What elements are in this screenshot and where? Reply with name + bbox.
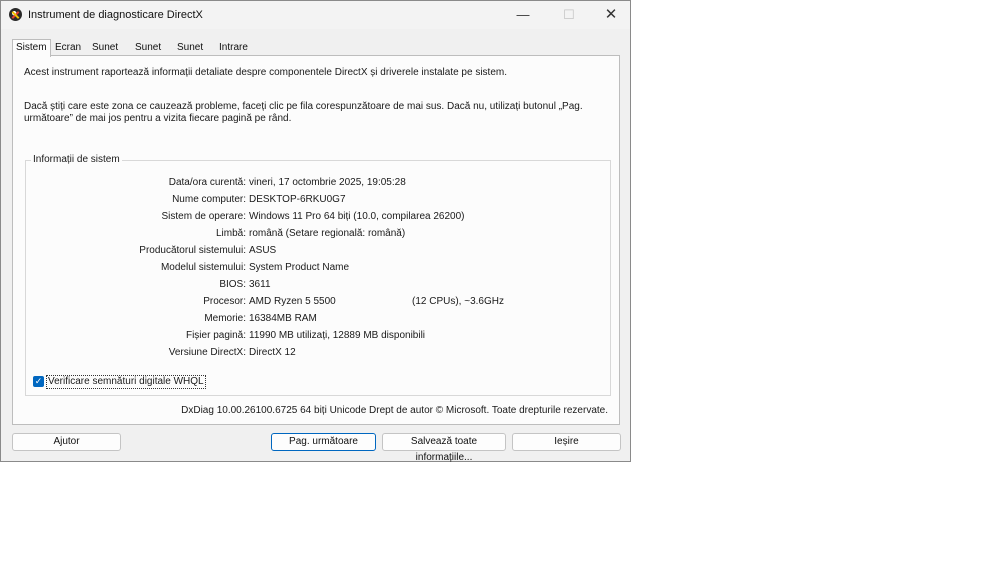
info-row: BIOS: 3611: [26, 279, 612, 293]
info-value: română (Setare regională: română): [249, 228, 406, 239]
tab-sunet-2[interactable]: Sunet 2: [132, 41, 164, 67]
info-value-extra: (12 CPUs), ~3.6GHz: [412, 296, 504, 307]
save-all-info-button[interactable]: Salvează toate informațiile...: [382, 433, 506, 463]
info-label: Nume computer:: [172, 194, 246, 205]
info-label: Data/ora curentă:: [168, 177, 246, 188]
info-row: Limbă: română (Setare regională: română): [26, 228, 612, 242]
info-label: Modelul sistemului:: [160, 262, 246, 273]
info-row: Data/ora curentă: vineri, 17 octombrie 2…: [26, 177, 612, 191]
info-row: Fișier pagină: 11990 MB utilizați, 12889…: [26, 330, 612, 344]
tab-sunet-3[interactable]: Sunet 3: [174, 41, 206, 67]
info-value: ASUS: [249, 245, 277, 256]
info-label: Fișier pagină:: [185, 330, 246, 341]
system-info-group: Informații de sistem Data/ora curentă: v…: [25, 154, 612, 396]
info-row: Sistem de operare: Windows 11 Pro 64 biț…: [26, 211, 612, 225]
info-row: Modelul sistemului: System Product Name: [26, 262, 612, 276]
info-row: Producătorul sistemului: ASUS: [26, 245, 612, 259]
tab-intrare[interactable]: Intrare: [216, 41, 251, 55]
info-label: Sistem de operare:: [161, 211, 247, 222]
next-page-button[interactable]: Pag. următoare: [271, 433, 376, 451]
tab-sistem[interactable]: Sistem: [12, 39, 51, 57]
directx-app-icon: [9, 8, 22, 21]
title-bar[interactable]: Instrument de diagnosticare DirectX — ☐ …: [1, 1, 630, 29]
window-title: Instrument de diagnosticare DirectX: [28, 9, 203, 21]
version-copyright-text: DxDiag 10.00.26100.6725 64 biți Unicode …: [181, 405, 608, 416]
info-value: System Product Name: [249, 262, 350, 273]
minimize-button[interactable]: —: [501, 1, 545, 29]
close-button[interactable]: ✕: [589, 1, 633, 29]
info-value: 16384MB RAM: [249, 313, 317, 324]
info-value: DirectX 12: [249, 347, 296, 358]
info-value: 3611: [249, 279, 271, 290]
dxdiag-window: Instrument de diagnosticare DirectX — ☐ …: [0, 0, 631, 463]
info-row: Versiune DirectX: DirectX 12: [26, 347, 612, 361]
tab-ecran[interactable]: Ecran: [52, 41, 84, 55]
sistem-tab-panel: Acest instrument raportează informații d…: [12, 55, 620, 425]
info-label: Procesor:: [203, 296, 246, 307]
info-label: Producătorul sistemului:: [139, 245, 246, 256]
info-label: Versiune DirectX:: [168, 347, 246, 358]
info-value: AMD Ryzen 5 5500: [249, 296, 336, 307]
intro-help-text: Dacă știți care este zona ce cauzează pr…: [24, 101, 583, 124]
info-label: Memorie:: [204, 313, 246, 324]
info-label: BIOS:: [219, 279, 246, 290]
intro-text: Acest instrument raportează informații d…: [24, 67, 508, 78]
info-label: Limbă:: [215, 228, 246, 239]
info-value: Windows 11 Pro 64 biți (10.0, compilarea…: [249, 211, 465, 222]
info-value: 11990 MB utilizați, 12889 MB disponibili: [249, 330, 426, 341]
checkmark-icon[interactable]: ✓: [33, 376, 44, 387]
maximize-button[interactable]: ☐: [547, 1, 591, 29]
tab-sunet-1[interactable]: Sunet 1: [89, 41, 121, 67]
exit-button[interactable]: Ieșire: [512, 433, 621, 451]
info-row: Memorie: 16384MB RAM: [26, 313, 612, 327]
info-value: DESKTOP-6RKU0G7: [249, 194, 346, 205]
group-title: Informații de sistem: [31, 154, 122, 165]
info-value: vineri, 17 octombrie 2025, 19:05:28: [249, 177, 406, 188]
info-row: Nume computer: DESKTOP-6RKU0G7: [26, 194, 612, 208]
info-row: Procesor: AMD Ryzen 5 5500 (12 CPUs), ~3…: [26, 296, 612, 310]
whql-checkbox-label[interactable]: Verificare semnături digitale WHQL: [46, 375, 206, 389]
help-button[interactable]: Ajutor: [12, 433, 121, 451]
